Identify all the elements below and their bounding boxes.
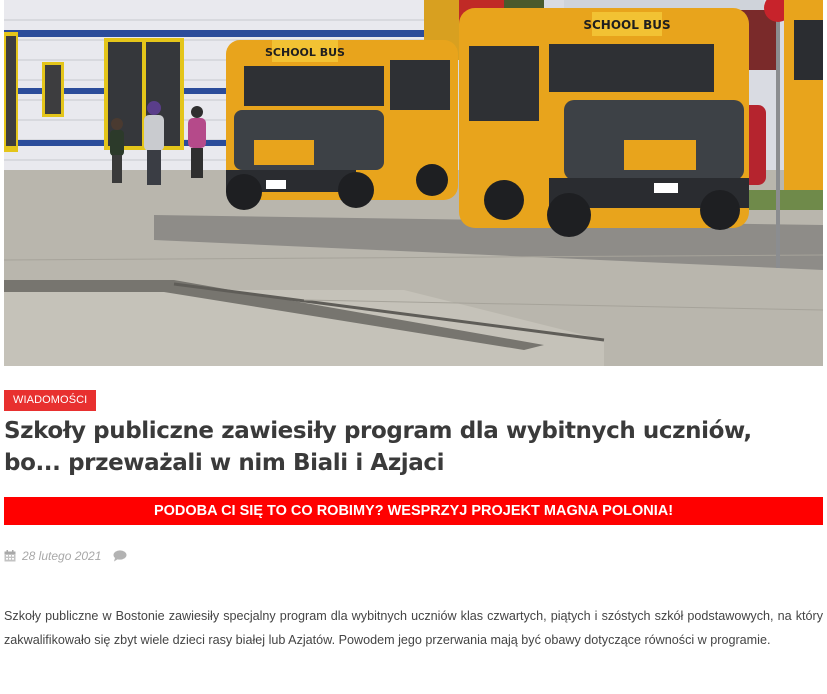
bus-sign-right: SCHOOL BUS <box>583 18 670 32</box>
hero-image[interactable]: SCHOOL BUS SCHOOL BUS <box>4 0 823 366</box>
article-title: Szkoły publiczne zawiesiły program dla w… <box>4 418 752 476</box>
category-badge[interactable]: WIADOMOŚCI <box>4 390 97 411</box>
publish-date: 28 lutego 2021 <box>22 549 102 563</box>
school-bus-photo: SCHOOL BUS SCHOOL BUS <box>4 0 823 366</box>
article-body: Szkoły publiczne w Bostonie zawiesiły sp… <box>4 609 823 647</box>
comment-icon[interactable] <box>113 550 127 562</box>
support-banner-link[interactable]: PODOBA CI SIĘ TO CO ROBIMY? WESPRZYJ PRO… <box>4 497 823 525</box>
article-meta: 28 lutego 2021 <box>4 548 127 564</box>
calendar-icon <box>4 550 16 562</box>
bus-sign-left: SCHOOL BUS <box>265 46 345 59</box>
